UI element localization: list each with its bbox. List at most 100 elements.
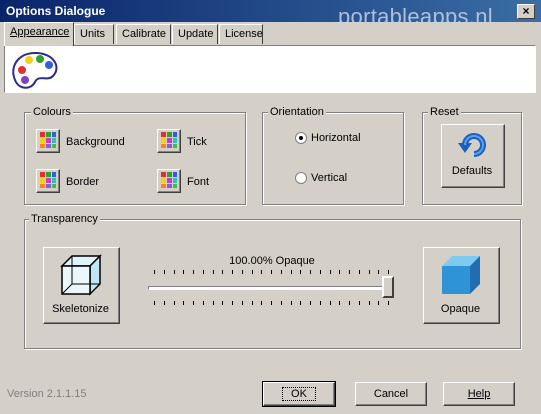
slider-tick bbox=[359, 270, 360, 274]
slider-tick bbox=[271, 270, 272, 274]
border-label: Border bbox=[66, 176, 100, 188]
slider-tick bbox=[388, 270, 389, 274]
slider-tick bbox=[310, 270, 311, 274]
slider-tick bbox=[213, 301, 214, 305]
slider-tick bbox=[349, 270, 350, 274]
cancel-label: Cancel bbox=[373, 388, 409, 400]
slider-tick bbox=[213, 270, 214, 274]
slider-tick bbox=[330, 270, 331, 274]
slider-tick bbox=[154, 301, 155, 305]
solid-cube-icon bbox=[442, 256, 480, 294]
transparency-group-label: Transparency bbox=[29, 213, 100, 225]
ok-button[interactable]: OK bbox=[262, 381, 336, 407]
slider-tick bbox=[281, 270, 282, 274]
opacity-slider[interactable] bbox=[148, 268, 398, 308]
slider-tick bbox=[300, 270, 301, 274]
opaque-label: Opaque bbox=[440, 303, 481, 315]
slider-tick bbox=[359, 301, 360, 305]
slider-tick bbox=[242, 301, 243, 305]
slider-tick bbox=[164, 301, 165, 305]
font-colour-button[interactable] bbox=[157, 169, 181, 193]
orientation-group-label: Orientation bbox=[268, 106, 326, 118]
help-button[interactable]: Help bbox=[443, 382, 515, 406]
tab-label: Appearance bbox=[10, 26, 70, 38]
slider-tick bbox=[378, 270, 379, 274]
defaults-button[interactable]: Defaults bbox=[441, 124, 505, 188]
slider-tick bbox=[252, 270, 253, 274]
window-title: Options Dialogue bbox=[6, 4, 106, 18]
slider-tick bbox=[203, 270, 204, 274]
slider-tick bbox=[320, 270, 321, 274]
tab-update[interactable]: Update bbox=[172, 24, 218, 44]
slider-tick bbox=[349, 301, 350, 305]
slider-tick bbox=[232, 301, 233, 305]
background-colour-button[interactable] bbox=[36, 129, 60, 153]
slider-tick bbox=[330, 301, 331, 305]
opaque-button[interactable]: Opaque bbox=[423, 247, 500, 324]
cancel-button[interactable]: Cancel bbox=[355, 382, 427, 406]
tick-label: Tick bbox=[187, 136, 207, 148]
slider-tick bbox=[261, 301, 262, 305]
slider-tick bbox=[193, 270, 194, 274]
slider-tick bbox=[164, 270, 165, 274]
color-swatch-icon bbox=[161, 172, 177, 188]
close-button[interactable]: × bbox=[517, 4, 535, 19]
slider-tick bbox=[252, 301, 253, 305]
slider-tick bbox=[291, 270, 292, 274]
tab-appearance[interactable]: Appearance bbox=[4, 22, 74, 46]
tab-license[interactable]: License bbox=[219, 24, 263, 44]
vertical-radio[interactable] bbox=[295, 172, 307, 184]
color-swatch-icon bbox=[40, 172, 56, 188]
slider-tick bbox=[271, 301, 272, 305]
font-label: Font bbox=[187, 176, 210, 188]
slider-track bbox=[148, 286, 394, 290]
slider-tick bbox=[339, 270, 340, 274]
radio-selected-dot bbox=[299, 136, 303, 140]
wireframe-cube-icon bbox=[60, 254, 102, 296]
watermark: portableapps.nl bbox=[338, 4, 493, 29]
slider-tick bbox=[281, 301, 282, 305]
tab-calibrate[interactable]: Calibrate bbox=[116, 24, 171, 44]
slider-tick bbox=[388, 301, 389, 305]
slider-tick bbox=[193, 301, 194, 305]
slider-tick bbox=[222, 270, 223, 274]
version-label: Version 2.1.1.15 bbox=[7, 388, 87, 400]
palette-icon bbox=[12, 51, 58, 89]
background-label: Background bbox=[66, 136, 125, 148]
reset-group-label: Reset bbox=[428, 106, 461, 118]
slider-tick bbox=[339, 301, 340, 305]
slider-thumb[interactable] bbox=[382, 276, 394, 298]
tab-label: Update bbox=[178, 28, 214, 40]
opacity-value-text: 100.00% Opaque bbox=[229, 255, 315, 267]
slider-tick bbox=[222, 301, 223, 305]
tab-units[interactable]: Units bbox=[74, 24, 114, 44]
ok-label: OK bbox=[282, 387, 316, 401]
reset-arrow-icon bbox=[458, 133, 486, 157]
defaults-label: Defaults bbox=[451, 165, 493, 177]
slider-tick bbox=[174, 270, 175, 274]
colours-group-label: Colours bbox=[31, 106, 73, 118]
help-label: Help bbox=[467, 388, 491, 400]
tab-label: License bbox=[225, 28, 263, 40]
slider-tick bbox=[378, 301, 379, 305]
slider-tick bbox=[174, 301, 175, 305]
header-banner bbox=[4, 45, 536, 93]
slider-tick bbox=[261, 270, 262, 274]
slider-tick bbox=[232, 270, 233, 274]
slider-tick bbox=[154, 270, 155, 274]
skeletonize-button[interactable]: Skeletonize bbox=[43, 247, 120, 324]
border-colour-button[interactable] bbox=[36, 169, 60, 193]
tick-colour-button[interactable] bbox=[157, 129, 181, 153]
slider-tick bbox=[310, 301, 311, 305]
slider-tick bbox=[183, 270, 184, 274]
horizontal-label: Horizontal bbox=[311, 132, 361, 144]
slider-tick bbox=[242, 270, 243, 274]
color-swatch-icon bbox=[40, 132, 56, 148]
slider-tick bbox=[291, 301, 292, 305]
horizontal-radio[interactable] bbox=[295, 132, 307, 144]
tab-label: Calibrate bbox=[122, 28, 167, 40]
skeletonize-label: Skeletonize bbox=[52, 303, 109, 315]
slider-tick bbox=[369, 270, 370, 274]
tab-label: Units bbox=[80, 28, 106, 40]
slider-tick bbox=[300, 301, 301, 305]
